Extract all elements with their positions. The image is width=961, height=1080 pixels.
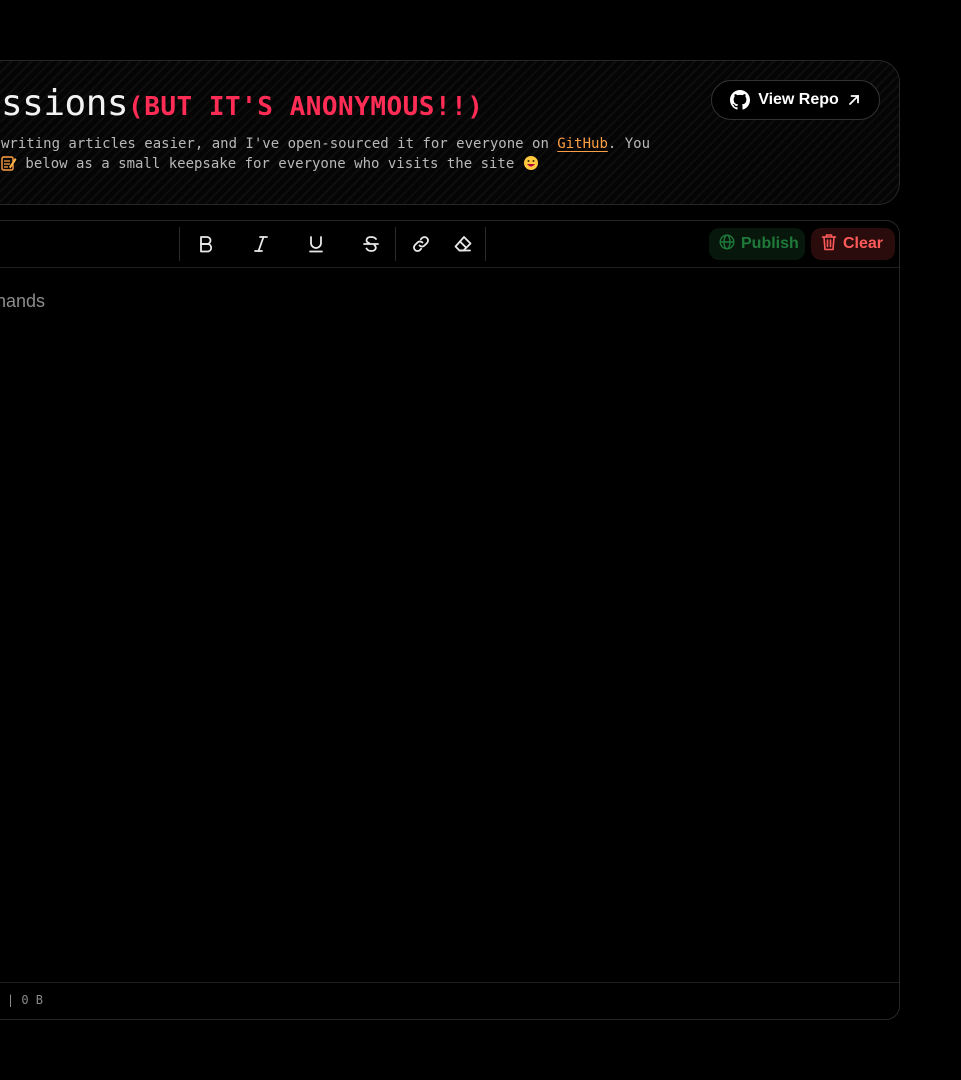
- clear-button[interactable]: Clear: [811, 228, 895, 260]
- description-line-1: writing articles easier, and I've open-s…: [1, 134, 721, 154]
- strikethrough-button[interactable]: [356, 229, 386, 259]
- toolbar-divider: [179, 227, 180, 261]
- strikethrough-icon: [362, 235, 380, 253]
- editor-placeholder: nands: [0, 291, 45, 311]
- publish-label: Publish: [741, 235, 799, 252]
- globe-icon: [719, 233, 735, 255]
- link-button[interactable]: [406, 229, 436, 259]
- toolbar-divider: [395, 227, 396, 261]
- bold-button[interactable]: [191, 229, 221, 259]
- description-text: . You: [607, 136, 651, 152]
- github-link[interactable]: GitHub: [557, 136, 608, 152]
- view-repo-label: View Repo: [758, 91, 839, 108]
- italic-button[interactable]: [246, 229, 276, 259]
- arrow-up-right-icon: [847, 93, 861, 107]
- editor-statusbar: | 0 B: [0, 982, 899, 1019]
- page: ssions(BUT IT'S ANONYMOUS!!) writing art…: [0, 0, 961, 1080]
- description-text: writing articles easier, and I've open-s…: [1, 136, 558, 152]
- page-title: ssions(BUT IT'S ANONYMOUS!!): [1, 83, 483, 124]
- byte-count: | 0 B: [6, 993, 43, 1007]
- underline-button[interactable]: [301, 229, 331, 259]
- editor-panel: Publish Clear nands | 0 B: [0, 220, 900, 1020]
- description-line-2: below as a small keepsake for everyone w…: [1, 154, 721, 174]
- clear-label: Clear: [843, 235, 884, 252]
- publish-button[interactable]: Publish: [709, 228, 805, 260]
- eraser-icon: [453, 234, 473, 254]
- title-main: ssions: [1, 83, 129, 124]
- editor-toolbar: Publish Clear: [0, 221, 899, 268]
- trash-icon: [821, 233, 837, 256]
- title-accent: (BUT IT'S ANONYMOUS!!): [128, 92, 484, 122]
- underline-icon: [307, 235, 325, 253]
- bold-icon: [198, 235, 214, 253]
- memo-emoji-icon: [1, 155, 17, 171]
- grinning-face-emoji-icon: [523, 155, 539, 171]
- view-repo-button[interactable]: View Repo: [711, 80, 880, 120]
- description-text: below as a small keepsake for everyone w…: [17, 156, 523, 172]
- github-icon: [730, 90, 751, 110]
- link-icon: [411, 234, 431, 254]
- clear-format-button[interactable]: [448, 229, 478, 259]
- hero-description: writing articles easier, and I've open-s…: [1, 134, 721, 174]
- toolbar-divider: [485, 227, 486, 261]
- italic-icon: [253, 235, 269, 253]
